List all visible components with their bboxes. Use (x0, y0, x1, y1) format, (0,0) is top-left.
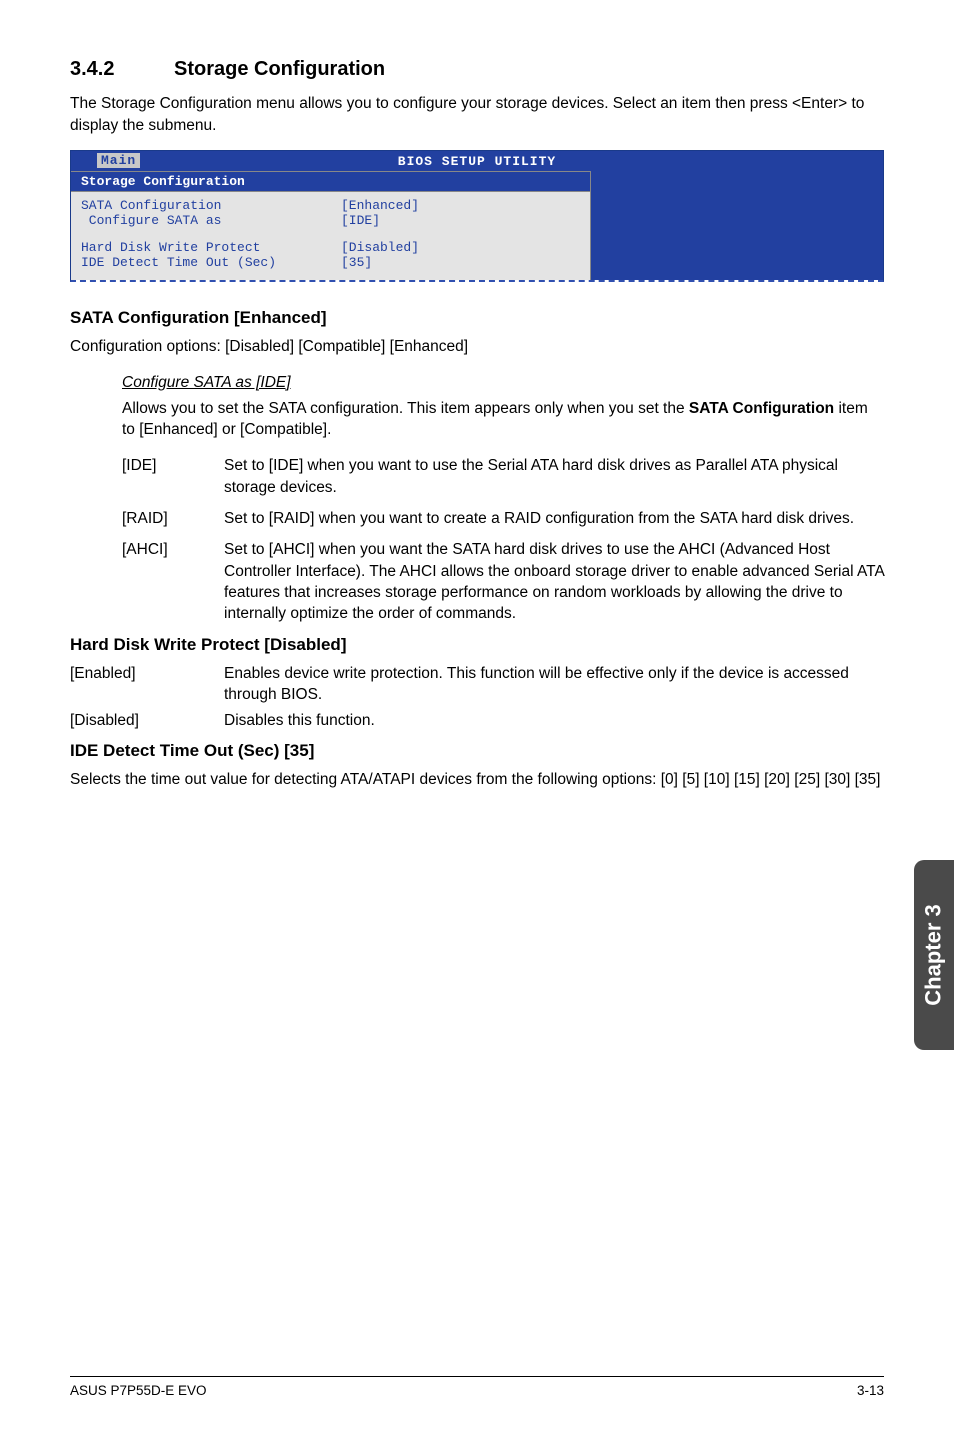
bios-title: BIOS SETUP UTILITY (398, 154, 556, 169)
option-value: Set to [AHCI] when you want the SATA har… (224, 539, 884, 625)
option-row: [IDE]Set to [IDE] when you want to use t… (70, 455, 884, 498)
definition-row: [Disabled]Disables this function. (70, 710, 884, 731)
bios-row-label: Configure SATA as (81, 213, 341, 228)
bios-right-pane (591, 171, 883, 280)
bios-row: Hard Disk Write Protect[Disabled] (81, 240, 580, 255)
option-key: [AHCI] (122, 539, 224, 625)
section-heading: 3.4.2Storage Configuration (70, 58, 884, 81)
bios-row-value: [35] (341, 255, 372, 270)
sata-config-desc: Configuration options: [Disabled] [Compa… (70, 336, 884, 358)
option-key: [IDE] (122, 455, 224, 498)
bios-panel: BIOS SETUP UTILITY Main Storage Configur… (70, 150, 884, 282)
bios-row-value: [Enhanced] (341, 198, 419, 213)
option-row: [RAID]Set to [RAID] when you want to cre… (70, 508, 884, 529)
definition-key: [Enabled] (70, 663, 224, 706)
bios-row: SATA Configuration[Enhanced] (81, 198, 580, 213)
footer-right: 3-13 (857, 1383, 884, 1398)
footer-left: ASUS P7P55D-E EVO (70, 1383, 207, 1398)
chapter-side-tab: Chapter 3 (914, 860, 954, 1050)
option-row: [AHCI]Set to [AHCI] when you want the SA… (70, 539, 884, 625)
definition-value: Enables device write protection. This fu… (224, 663, 884, 706)
section-title: Storage Configuration (174, 58, 385, 80)
bios-row-label: SATA Configuration (81, 198, 341, 213)
option-value: Set to [IDE] when you want to use the Se… (224, 455, 884, 498)
bios-row-label: IDE Detect Time Out (Sec) (81, 255, 341, 270)
bios-row: IDE Detect Time Out (Sec)[35] (81, 255, 580, 270)
definition-value: Disables this function. (224, 710, 884, 731)
section-number: 3.4.2 (70, 58, 174, 81)
bios-panel-title: Storage Configuration (71, 171, 590, 192)
bios-row: Configure SATA as[IDE] (81, 213, 580, 228)
option-key: [RAID] (122, 508, 224, 529)
chapter-side-tab-label: Chapter 3 (921, 904, 947, 1005)
option-value: Set to [RAID] when you want to create a … (224, 508, 884, 529)
configure-sata-as-desc: Allows you to set the SATA configuration… (122, 398, 884, 441)
bios-row-label: Hard Disk Write Protect (81, 240, 341, 255)
bios-left-pane: Storage Configuration SATA Configuration… (71, 171, 591, 280)
ide-timeout-heading: IDE Detect Time Out (Sec) [35] (70, 741, 884, 761)
ide-timeout-desc: Selects the time out value for detecting… (70, 769, 884, 791)
bios-row-value: [Disabled] (341, 240, 419, 255)
definition-row: [Enabled]Enables device write protection… (70, 663, 884, 706)
hdwp-heading: Hard Disk Write Protect [Disabled] (70, 635, 884, 655)
sata-config-heading: SATA Configuration [Enhanced] (70, 308, 884, 328)
bios-row-value: [IDE] (341, 213, 380, 228)
definition-key: [Disabled] (70, 710, 224, 731)
bios-tab-main: Main (97, 153, 140, 168)
intro-text: The Storage Configuration menu allows yo… (70, 93, 884, 136)
configure-sata-as-heading: Configure SATA as [IDE] (122, 374, 291, 391)
bios-header: BIOS SETUP UTILITY Main (71, 151, 883, 171)
page-footer: ASUS P7P55D-E EVO 3-13 (70, 1376, 884, 1398)
